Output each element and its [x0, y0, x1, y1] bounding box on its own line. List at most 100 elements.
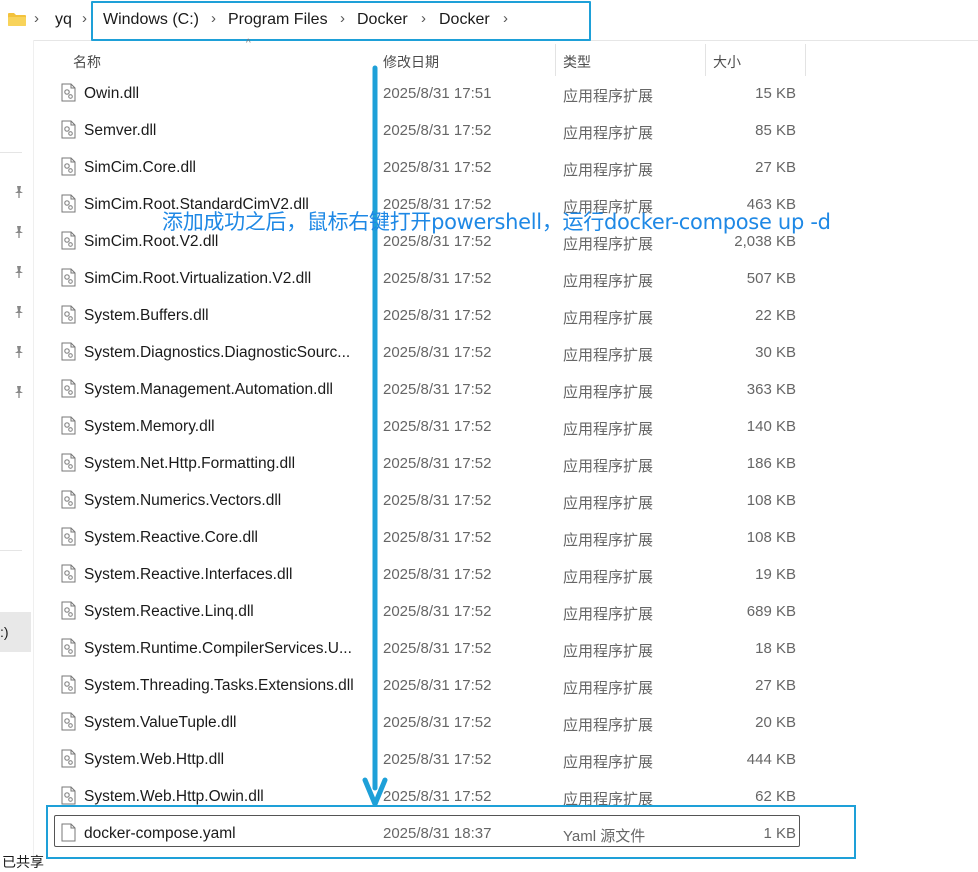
dll-file-icon	[61, 305, 76, 324]
file-type: 应用程序扩展	[563, 532, 654, 549]
file-row[interactable]: Semver.dll 2025/8/31 17:52 应用程序扩展 85 KB	[0, 112, 978, 149]
file-row[interactable]: System.Reactive.Core.dll 2025/8/31 17:52 应…	[0, 519, 978, 556]
file-name: System.ValueTuple.dll	[84, 714, 237, 731]
sort-ascending-icon: ^	[246, 38, 251, 49]
file-type: 应用程序扩展	[563, 162, 654, 179]
file-modified-date: 2025/8/31 17:52	[383, 714, 492, 731]
breadcrumb-item-yq[interactable]: yq	[55, 11, 72, 29]
file-name: System.Buffers.dll	[84, 307, 209, 324]
dll-file-icon	[61, 268, 76, 287]
address-bar[interactable]: › yq › Windows (C:) › Program Files › Do…	[0, 0, 978, 41]
file-name: System.Management.Automation.dll	[84, 381, 333, 398]
file-row[interactable]: Owin.dll 2025/8/31 17:51 应用程序扩展 15 KB	[0, 75, 978, 112]
file-type: 应用程序扩展	[563, 310, 654, 327]
yaml-highlight-box	[46, 805, 856, 859]
file-name: System.Diagnostics.DiagnosticSourc...	[84, 344, 351, 361]
file-type: 应用程序扩展	[563, 717, 654, 734]
file-name: Semver.dll	[84, 122, 157, 139]
file-size: 19 KB	[755, 566, 796, 583]
file-modified-date: 2025/8/31 17:52	[383, 566, 492, 583]
dll-file-icon	[61, 453, 76, 472]
file-size: 27 KB	[755, 677, 796, 694]
chevron-right-icon[interactable]: ›	[34, 10, 39, 27]
column-header-type[interactable]: 类型	[563, 52, 591, 72]
file-name: System.Reactive.Linq.dll	[84, 603, 254, 620]
file-name: Owin.dll	[84, 85, 140, 102]
file-row[interactable]: System.Numerics.Vectors.dll 2025/8/31 17:…	[0, 482, 978, 519]
file-row[interactable]: System.Buffers.dll 2025/8/31 17:52 应用程序扩展 2…	[0, 297, 978, 334]
annotation-text: 添加成功之后，鼠标右键打开powershell，运行docker-compose…	[162, 210, 831, 234]
file-size: 62 KB	[755, 788, 796, 805]
chevron-right-icon[interactable]: ›	[82, 10, 87, 27]
file-row[interactable]: System.Net.Http.Formatting.dll 2025/8/31 …	[0, 445, 978, 482]
file-modified-date: 2025/8/31 17:52	[383, 455, 492, 472]
file-type: 应用程序扩展	[563, 88, 654, 105]
file-size: 363 KB	[746, 381, 796, 398]
file-modified-date: 2025/8/31 17:52	[383, 677, 492, 694]
file-modified-date: 2025/8/31 17:52	[383, 344, 492, 361]
dll-file-icon	[61, 675, 76, 694]
file-name: System.Numerics.Vectors.dll	[84, 492, 282, 509]
dll-file-icon	[61, 194, 76, 213]
file-name: System.Web.Http.dll	[84, 751, 225, 768]
column-header-size[interactable]: 大小	[713, 52, 741, 72]
file-type: 应用程序扩展	[563, 125, 654, 142]
file-size: 20 KB	[755, 714, 796, 731]
dll-file-icon	[61, 120, 76, 139]
file-modified-date: 2025/8/31 17:52	[383, 529, 492, 546]
file-name: System.Net.Http.Formatting.dll	[84, 455, 296, 472]
file-type: 应用程序扩展	[563, 680, 654, 697]
file-type: 应用程序扩展	[563, 273, 654, 290]
file-row[interactable]: System.ValueTuple.dll 2025/8/31 17:52 应用程序…	[0, 704, 978, 741]
file-row[interactable]: System.Threading.Tasks.Extensions.dll 202…	[0, 667, 978, 704]
file-row[interactable]: SimCim.Core.dll 2025/8/31 17:52 应用程序扩展 27 K…	[0, 149, 978, 186]
file-size: 507 KB	[746, 270, 796, 287]
file-name: System.Threading.Tasks.Extensions.dll	[84, 677, 354, 694]
folder-icon	[8, 13, 26, 26]
dll-file-icon	[61, 638, 76, 657]
file-row[interactable]: System.Web.Http.dll 2025/8/31 17:52 应用程序扩展…	[0, 741, 978, 778]
file-type: 应用程序扩展	[563, 495, 654, 512]
file-row[interactable]: System.Reactive.Interfaces.dll 2025/8/31 …	[0, 556, 978, 593]
column-divider[interactable]	[555, 44, 556, 76]
dll-file-icon	[61, 712, 76, 731]
file-row[interactable]: System.Reactive.Linq.dll 2025/8/31 17:52 应…	[0, 593, 978, 630]
file-size: 30 KB	[755, 344, 796, 361]
file-size: 444 KB	[746, 751, 796, 768]
file-modified-date: 2025/8/31 17:52	[383, 159, 492, 176]
file-name: System.Reactive.Interfaces.dll	[84, 566, 293, 583]
column-divider[interactable]	[805, 44, 806, 76]
file-type: 应用程序扩展	[563, 421, 654, 438]
dll-file-icon	[61, 379, 76, 398]
file-modified-date: 2025/8/31 17:52	[383, 418, 492, 435]
file-modified-date: 2025/8/31 17:52	[383, 270, 492, 287]
file-row[interactable]: System.Memory.dll 2025/8/31 17:52 应用程序扩展 14…	[0, 408, 978, 445]
file-size: 15 KB	[755, 85, 796, 102]
file-row[interactable]: SimCim.Root.Virtualization.V2.dll 2025/8/…	[0, 260, 978, 297]
nav-item-shared-label[interactable]: 已共享	[2, 852, 44, 872]
column-header-name[interactable]: 名称	[73, 52, 101, 72]
file-size: 140 KB	[746, 418, 796, 435]
dll-file-icon	[61, 342, 76, 361]
file-modified-date: 2025/8/31 17:52	[383, 122, 492, 139]
file-size: 18 KB	[755, 640, 796, 657]
file-type: 应用程序扩展	[563, 606, 654, 623]
dll-file-icon	[61, 83, 76, 102]
column-header-date[interactable]: 修改日期	[383, 52, 439, 72]
file-modified-date: 2025/8/31 17:52	[383, 307, 492, 324]
file-name: System.Memory.dll	[84, 418, 215, 435]
file-row[interactable]: System.Diagnostics.DiagnosticSourc... 202…	[0, 334, 978, 371]
file-modified-date: 2025/8/31 17:52	[383, 751, 492, 768]
file-modified-date: 2025/8/31 17:52	[383, 381, 492, 398]
file-modified-date: 2025/8/31 17:52	[383, 492, 492, 509]
file-size: 108 KB	[746, 492, 796, 509]
dll-file-icon	[61, 749, 76, 768]
file-size: 22 KB	[755, 307, 796, 324]
column-divider[interactable]	[705, 44, 706, 76]
file-type: 应用程序扩展	[563, 384, 654, 401]
file-modified-date: 2025/8/31 17:52	[383, 640, 492, 657]
file-row[interactable]: System.Runtime.CompilerServices.U... 2025…	[0, 630, 978, 667]
dll-file-icon	[61, 231, 76, 250]
file-type: 应用程序扩展	[563, 347, 654, 364]
file-row[interactable]: System.Management.Automation.dll 2025/8/3…	[0, 371, 978, 408]
